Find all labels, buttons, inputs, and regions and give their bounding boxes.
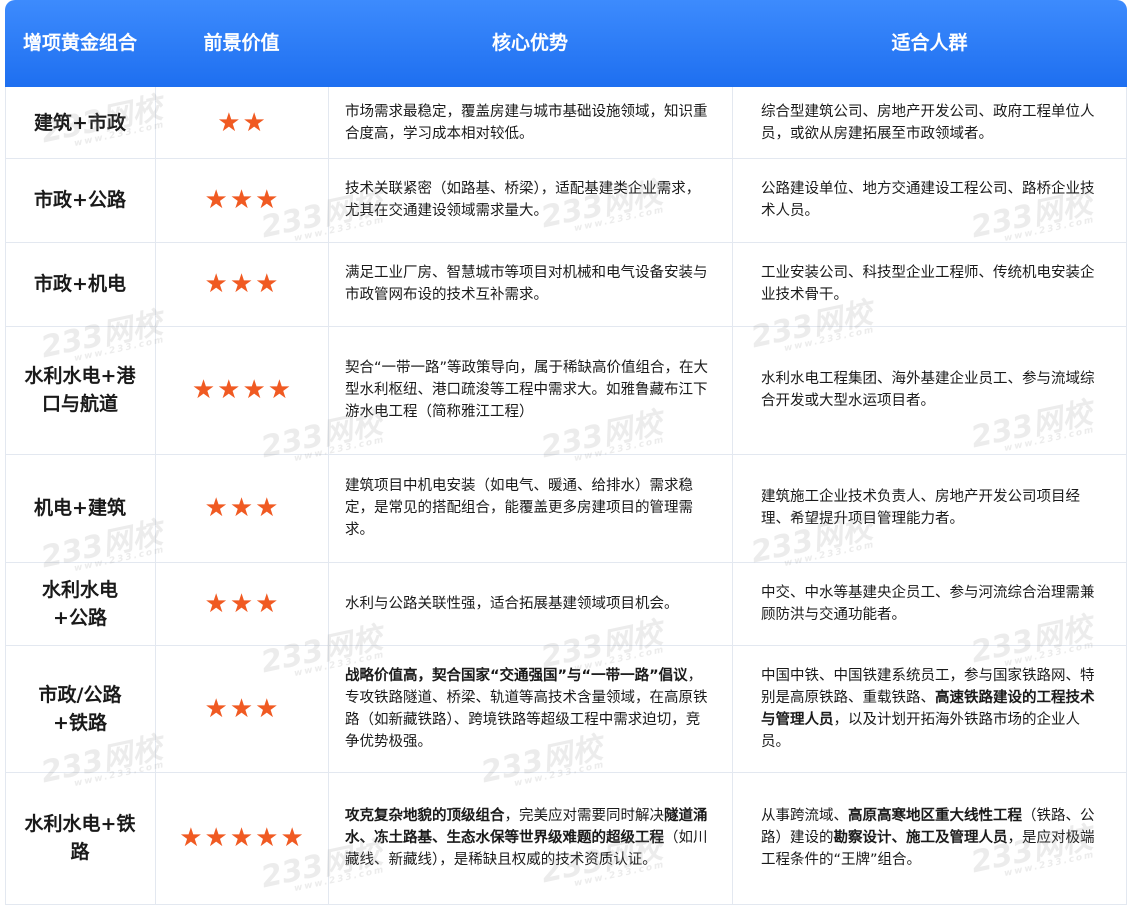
combo-name: 水利水电+铁路 bbox=[24, 813, 136, 863]
advantage-highlight: 战略价值高，契合国家“交通强国”与“一带一路”倡议 bbox=[345, 667, 688, 684]
advantage-text: 水利与公路关联性强，适合拓展基建领域项目机会。 bbox=[328, 562, 732, 645]
audience-highlight: 高原高寒地区重大线性工程 bbox=[848, 808, 1022, 824]
star-rating: ★★★★ bbox=[155, 326, 329, 454]
audience-text: 工业安装公司、科技型企业工程师、传统机电安装企业技术骨干。 bbox=[732, 242, 1127, 326]
audience-text: 从事跨流域、高原高寒地区重大线性工程（铁路、公路）建设的勘察设计、施工及管理人员… bbox=[732, 772, 1127, 904]
advantage-text: 技术关联紧密（如路基、桥梁），适配基建类企业需求，尤其在交通建设领域需求量大。 bbox=[328, 158, 732, 242]
advantage-text: 契合“一带一路”等政策导向，属于稀缺高价值组合，在大型水利枢纽、港口疏浚等工程中… bbox=[328, 326, 732, 454]
table-row: 水利水电+港口与航道 ★★★★ 契合“一带一路”等政策导向，属于稀缺高价值组合，… bbox=[5, 326, 1127, 455]
table-header: 增项黄金组合 前景价值 核心优势 适合人群 bbox=[5, 0, 1127, 87]
star-rating: ★★★ bbox=[155, 645, 329, 772]
audience-text: 中国中铁、中国铁建系统员工，参与国家铁路网、特别是高原铁路、重载铁路、高速铁路建… bbox=[732, 645, 1127, 772]
star-rating: ★★★ bbox=[155, 454, 329, 562]
header-audience: 适合人群 bbox=[891, 32, 968, 54]
advantage-text: 市场需求最稳定，覆盖房建与城市基础设施领域，知识重合度高，学习成本相对较低。 bbox=[328, 87, 732, 158]
audience-text: 水利水电工程集团、海外基建企业员工、参与流域综合开发或大型水运项目者。 bbox=[732, 326, 1127, 454]
combo-name: 建筑+市政 bbox=[34, 111, 126, 134]
combo-name: 市政+机电 bbox=[34, 273, 126, 295]
combo-name: 市政+公路 bbox=[34, 189, 126, 211]
audience-text: 中交、中水等基建央企员工、参与河流综合治理需兼顾防洪与交通功能者。 bbox=[732, 562, 1127, 645]
audience-text: 公路建设单位、地方交通建设工程公司、路桥企业技术人员。 bbox=[732, 158, 1127, 242]
advantage-text: 战略价值高，契合国家“交通强国”与“一带一路”倡议，专攻铁路隧道、桥梁、轨道等高… bbox=[328, 645, 732, 772]
star-rating: ★★★★★ bbox=[155, 772, 329, 904]
table-row: 建筑+市政 ★★ 市场需求最稳定，覆盖房建与城市基础设施领域，知识重合度高，学习… bbox=[5, 87, 1127, 159]
advantage-text: 满足工业厂房、智慧城市等项目对机械和电气设备安装与市政管网布设的技术互补需求。 bbox=[328, 242, 732, 326]
header-advantage: 核心优势 bbox=[491, 32, 568, 54]
combo-name: 水利水电+公路 bbox=[41, 578, 118, 629]
advantage-text: 攻克复杂地貌的顶级组合，完美应对需要同时解决隧道涌水、冻土路基、生态水保等世界级… bbox=[328, 772, 732, 904]
audience-text: 建筑施工企业技术负责人、房地产开发公司项目经理、希望提升项目管理能力者。 bbox=[732, 454, 1127, 562]
table-row: 市政+机电 ★★★ 满足工业厂房、智慧城市等项目对机械和电气设备安装与市政管网布… bbox=[5, 242, 1127, 327]
table-row: 市政+公路 ★★★ 技术关联紧密（如路基、桥梁），适配基建类企业需求，尤其在交通… bbox=[5, 158, 1127, 243]
audience-text: 综合型建筑公司、房地产开发公司、政府工程单位人员，或欲从房建拓展至市政领域者。 bbox=[732, 87, 1127, 158]
advantage-text: 建筑项目中机电安装（如电气、暖通、给排水）需求稳定，是常见的搭配组合，能覆盖更多… bbox=[328, 454, 732, 562]
table-row: 水利水电+铁路 ★★★★★ 攻克复杂地貌的顶级组合，完美应对需要同时解决隧道涌水… bbox=[5, 772, 1127, 905]
table-row: 机电+建筑 ★★★ 建筑项目中机电安装（如电气、暖通、给排水）需求稳定，是常见的… bbox=[5, 454, 1127, 563]
combo-name: 市政/公路+铁路 bbox=[38, 683, 122, 734]
advantage-highlight: 攻克复杂地貌的顶级组合 bbox=[345, 808, 505, 824]
table-row: 水利水电+公路 ★★★ 水利与公路关联性强，适合拓展基建领域项目机会。 中交、中… bbox=[5, 562, 1127, 646]
audience-highlight: 勘察设计、施工及管理人员 bbox=[833, 830, 1008, 846]
header-value: 前景价值 bbox=[203, 32, 280, 54]
combo-name: 水利水电+港口与航道 bbox=[24, 365, 136, 415]
star-rating: ★★★ bbox=[155, 562, 329, 645]
table-row: 市政/公路+铁路 ★★★ 战略价值高，契合国家“交通强国”与“一带一路”倡议，专… bbox=[5, 645, 1127, 773]
star-rating: ★★★ bbox=[155, 242, 329, 326]
header-combo: 增项黄金组合 bbox=[22, 32, 137, 54]
star-rating: ★★ bbox=[155, 87, 329, 158]
combo-name: 机电+建筑 bbox=[34, 497, 126, 519]
star-rating: ★★★ bbox=[155, 158, 329, 242]
